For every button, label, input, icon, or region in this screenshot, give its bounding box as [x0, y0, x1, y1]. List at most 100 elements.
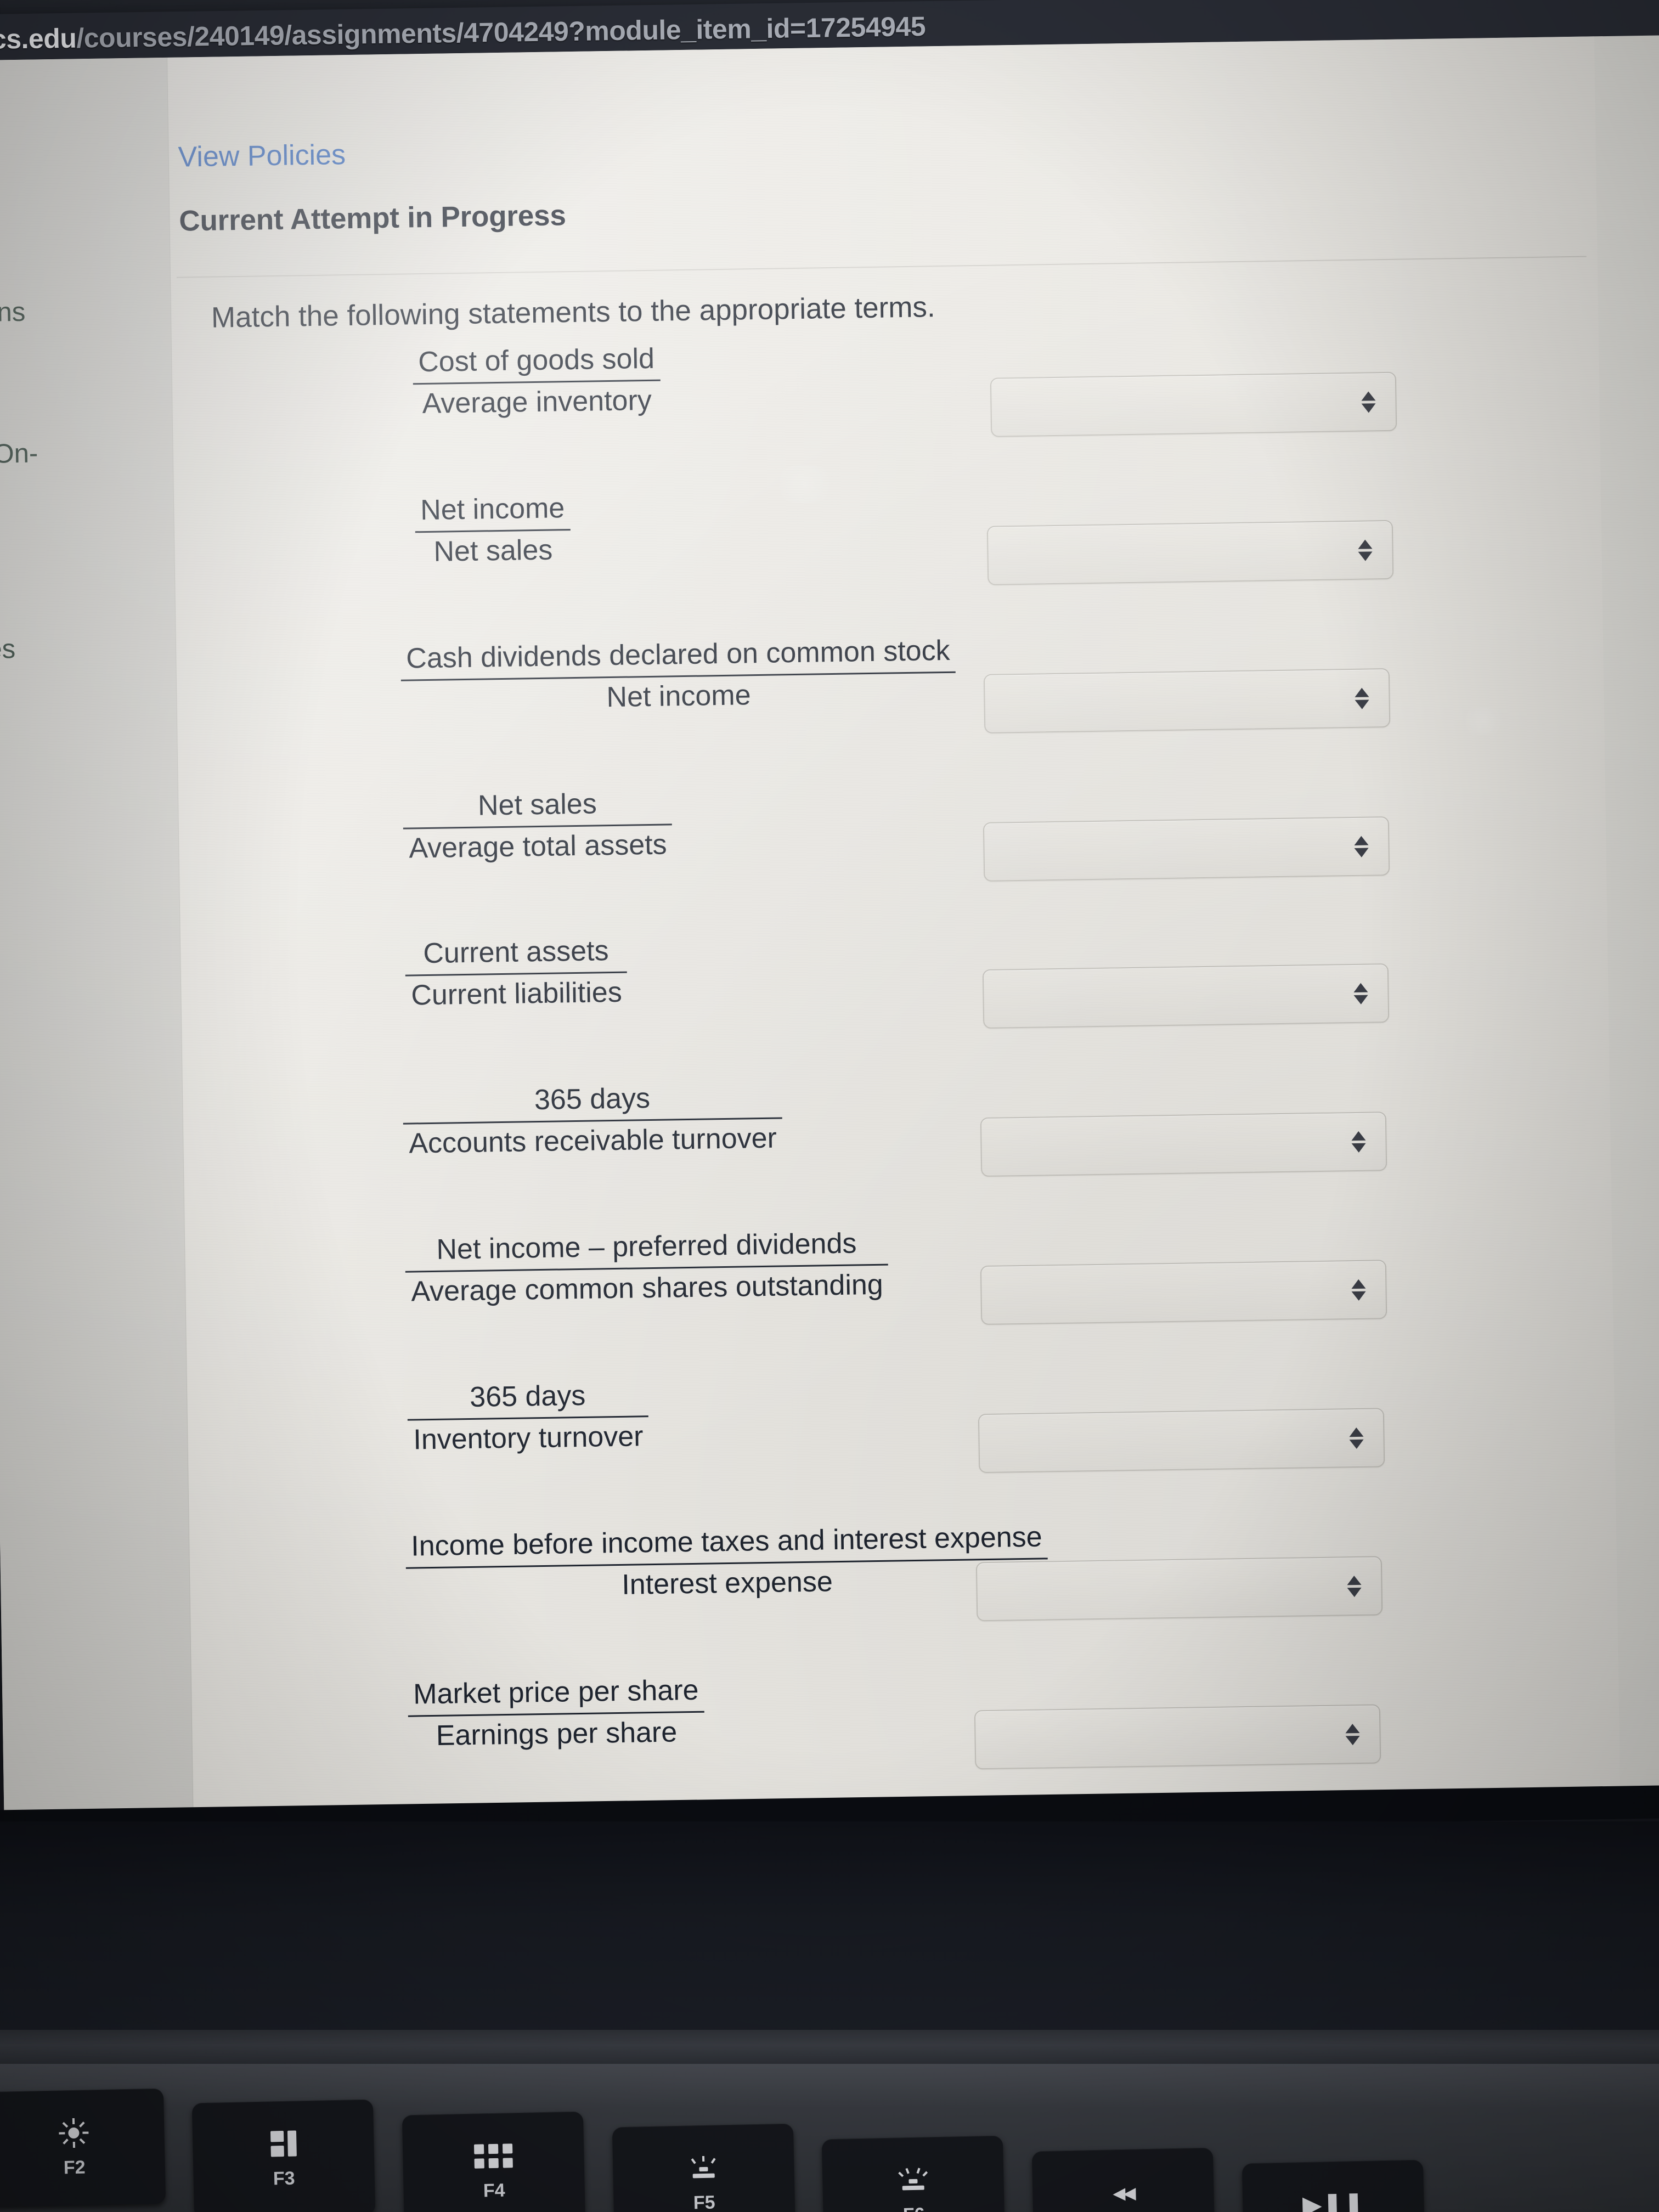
keyboard-function-row: F2 F3 F4 F5 ◂◂ ▶❚❚: [0, 2064, 1659, 2212]
laptop-hinge: [0, 2030, 1659, 2068]
formula-denominator: Current liabilities: [410, 976, 623, 1011]
term-select-3[interactable]: [983, 668, 1391, 733]
select-stepper-arrows-icon[interactable]: [1344, 1427, 1369, 1449]
formula-denominator: Average total assets: [408, 828, 667, 865]
key-f6[interactable]: F6: [821, 2135, 1006, 2212]
key-f5[interactable]: F5: [612, 2123, 796, 2212]
formula-numerator: Market price per share: [413, 1674, 699, 1711]
formula-numerator: Income before income taxes and interest …: [410, 1521, 1043, 1562]
formula-denominator: Net income: [606, 679, 751, 713]
term-select-8[interactable]: [978, 1408, 1385, 1474]
ratio-formula: 365 days Accounts receivable turnover: [398, 1080, 787, 1161]
select-stepper-arrows-icon[interactable]: [1340, 1723, 1365, 1745]
formula-denominator: Inventory turnover: [413, 1420, 644, 1456]
match-row: 365 days Accounts receivable turnover: [184, 1082, 1610, 1177]
select-stepper-arrows-icon[interactable]: [1348, 836, 1374, 857]
formula-numerator: Net sales: [477, 788, 597, 822]
term-select-value: [992, 402, 1356, 408]
play-pause-icon: ▶❚❚: [1302, 2189, 1365, 2212]
formula-numerator: Net income – preferred dividends: [436, 1227, 857, 1266]
term-select-7[interactable]: [980, 1260, 1387, 1325]
term-select-4[interactable]: [983, 816, 1390, 882]
formula-numerator: Net income: [420, 492, 565, 527]
formula-divider-bar: [415, 528, 571, 533]
term-select-value: [989, 550, 1353, 556]
ratio-formula: Market price per share Earnings per share: [403, 1673, 709, 1753]
ratio-formula: Net income – preferred dividends Average …: [400, 1226, 893, 1309]
key-f6-label: F6: [903, 2204, 925, 2212]
term-select-value: [976, 1735, 1340, 1740]
term-select-value: [980, 1438, 1344, 1443]
laptop-photo: ccs.edu/courses/240149/assignments/47042…: [0, 0, 1659, 2212]
key-f4[interactable]: F4: [402, 2111, 586, 2212]
term-select-9[interactable]: [975, 1556, 1383, 1622]
key-f7[interactable]: ◂◂ F7: [1031, 2147, 1216, 2212]
ratio-formula: Net income Net sales: [410, 491, 575, 569]
match-row: Market price per share Earnings per share: [193, 1674, 1619, 1770]
ratio-formula: Cost of goods sold Average inventory: [408, 342, 665, 421]
match-row: Net income Net sales: [175, 492, 1601, 585]
question-prompt: Match the following statements to the ap…: [211, 291, 936, 334]
key-f5-label: F5: [693, 2192, 715, 2212]
match-question-list: Cost of goods sold Average inventory Net i…: [173, 343, 1599, 1770]
select-stepper-arrows-icon[interactable]: [1349, 687, 1375, 709]
term-select-value: [985, 847, 1349, 852]
formula-numerator: Cash dividends declared on common stock: [405, 635, 950, 675]
mission-control-icon: [270, 2128, 297, 2159]
match-row: Cash dividends declared on common stock N…: [177, 635, 1604, 733]
key-f3[interactable]: F3: [191, 2099, 376, 2212]
term-select-value: [984, 994, 1348, 999]
launchpad-icon: [473, 2140, 513, 2171]
term-select-value: [978, 1586, 1342, 1592]
term-select-10[interactable]: [974, 1704, 1381, 1770]
key-f2[interactable]: F2: [0, 2088, 166, 2208]
ratio-formula: 365 days Inventory turnover: [403, 1378, 653, 1457]
sidebar-item-online[interactable]: 7 On-: [0, 438, 38, 470]
sidebar-item-discussions[interactable]: tions: [0, 297, 26, 329]
match-row: Current assets Current liabilities: [182, 935, 1608, 1029]
formula-denominator: Average inventory: [422, 384, 652, 420]
term-select-2[interactable]: [986, 520, 1394, 585]
match-row: Net sales Average total assets: [179, 788, 1606, 882]
match-row: Net income – preferred dividends Average …: [186, 1228, 1612, 1325]
match-row: 365 days Inventory turnover: [188, 1380, 1615, 1474]
address-bar-path: /courses/240149/assignments/4704249?modu…: [76, 11, 926, 54]
select-stepper-arrows-icon[interactable]: [1346, 1279, 1372, 1301]
term-select-5[interactable]: [982, 963, 1390, 1029]
term-select-value: [982, 1290, 1346, 1295]
formula-numerator: Cost of goods sold: [417, 343, 655, 379]
rewind-icon: ◂◂: [1112, 2177, 1135, 2207]
browser-viewport: tions 7 On- ces View Policies Current At…: [0, 35, 1659, 1832]
select-stepper-arrows-icon[interactable]: [1352, 539, 1378, 561]
ratio-formula: Current assets Current liabilities: [400, 934, 632, 1013]
match-row: Income before income taxes and interest …: [190, 1521, 1617, 1622]
term-select-6[interactable]: [980, 1111, 1387, 1177]
term-select-value: [985, 698, 1350, 704]
ratio-formula: Cash dividends declared on common stock N…: [396, 634, 961, 718]
select-stepper-arrows-icon[interactable]: [1341, 1575, 1367, 1597]
key-f3-label: F3: [273, 2168, 295, 2189]
section-divider: [176, 256, 1587, 278]
course-sidebar: tions 7 On- ces: [0, 57, 194, 1832]
sidebar-item-resources[interactable]: ces: [0, 634, 16, 665]
formula-denominator: Earnings per share: [436, 1716, 678, 1752]
select-stepper-arrows-icon[interactable]: [1346, 1131, 1372, 1153]
formula-denominator: Interest expense: [621, 1565, 833, 1601]
keyboard-brightness-down-icon: [688, 2152, 719, 2183]
select-stepper-arrows-icon[interactable]: [1356, 391, 1381, 413]
select-stepper-arrows-icon[interactable]: [1348, 983, 1374, 1005]
assignment-content: View Policies Current Attempt in Progres…: [167, 36, 1621, 1830]
address-bar-host: ccs.edu: [0, 22, 77, 55]
key-f8[interactable]: ▶❚❚ F8: [1242, 2159, 1426, 2212]
key-f2-label: F2: [63, 2157, 86, 2178]
keyboard-brightness-up-icon: [898, 2164, 929, 2196]
formula-numerator: 365 days: [534, 1082, 651, 1116]
ratio-formula: Net sales Average total assets: [398, 786, 677, 866]
term-select-1[interactable]: [990, 371, 1397, 437]
formula-denominator: Net sales: [433, 534, 553, 568]
laptop-chassis: MacBook Air: [0, 1821, 1659, 2041]
key-f4-label: F4: [483, 2180, 505, 2201]
formula-denominator: Average common shares outstanding: [410, 1268, 884, 1308]
page-title: Current Attempt in Progress: [178, 199, 567, 238]
view-policies-link[interactable]: View Policies: [178, 138, 346, 174]
